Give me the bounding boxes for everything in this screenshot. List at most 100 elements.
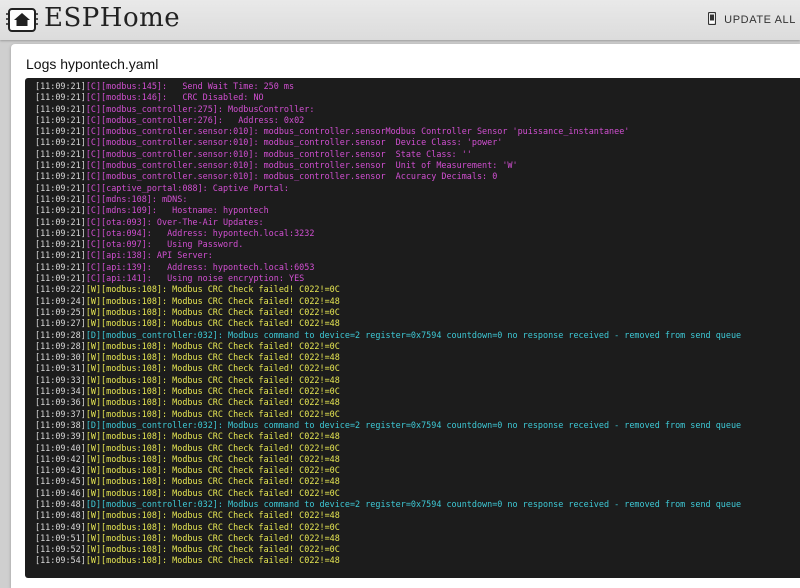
log-line: [11:09:52][W][modbus:108]: Modbus CRC Ch… [35, 544, 800, 555]
log-line: [11:09:21][C][api:139]: Address: hyponte… [35, 262, 800, 273]
log-message: [W][modbus:108]: Modbus CRC Check failed… [85, 374, 340, 385]
log-line: [11:09:28][D][modbus_controller:032]: Mo… [35, 330, 800, 341]
log-timestamp: [11:09:37] [35, 408, 86, 419]
log-line: [11:09:21][C][modbus_controller.sensor:0… [35, 160, 800, 171]
log-timestamp: [11:09:21] [35, 137, 86, 148]
log-line: [11:09:30][W][modbus:108]: Modbus CRC Ch… [35, 352, 800, 363]
log-timestamp: [11:09:21] [35, 250, 86, 261]
log-line: [11:09:21][C][ota:094]: Address: hyponte… [35, 228, 800, 239]
log-message: [W][modbus:108]: Modbus CRC Check failed… [85, 453, 340, 464]
log-timestamp: [11:09:34] [35, 386, 86, 397]
log-message: [C][captive_portal:088]: Captive Portal: [85, 182, 290, 193]
log-line: [11:09:21][C][modbus_controller.sensor:0… [35, 149, 800, 160]
log-timestamp: [11:09:21] [35, 261, 86, 272]
log-line: [11:09:28][W][modbus:108]: Modbus CRC Ch… [35, 341, 800, 352]
log-line: [11:09:51][W][modbus:108]: Modbus CRC Ch… [35, 533, 800, 544]
log-line: [11:09:34][W][modbus:108]: Modbus CRC Ch… [35, 386, 800, 397]
log-message: [C][modbus_controller:276]: Address: 0x0… [85, 114, 305, 125]
esphome-logo-icon [6, 7, 38, 33]
log-line: [11:09:21][C][modbus_controller:276]: Ad… [35, 115, 800, 126]
log-line: [11:09:46][W][modbus:108]: Modbus CRC Ch… [35, 488, 800, 499]
log-timestamp: [11:09:21] [35, 148, 86, 159]
log-line: [11:09:21][C][api:138]: API Server: [35, 250, 800, 261]
log-message: [W][modbus:108]: Modbus CRC Check failed… [85, 431, 340, 442]
log-line: [11:09:21][C][mdns:108]: mDNS: [35, 194, 800, 205]
log-timestamp: [11:09:36] [35, 397, 86, 408]
log-line: [11:09:21][C][modbus_controller.sensor:0… [35, 126, 800, 137]
log-message: [C][modbus:146]: CRC Disabled: NO [85, 92, 264, 103]
log-timestamp: [11:09:25] [35, 306, 86, 317]
log-line: [11:09:25][W][modbus:108]: Modbus CRC Ch… [35, 307, 800, 318]
log-message: [W][modbus:108]: Modbus CRC Check failed… [85, 363, 340, 374]
log-line: [11:09:27][W][modbus:108]: Modbus CRC Ch… [35, 318, 800, 329]
log-timestamp: [11:09:21] [35, 205, 86, 216]
log-message: [W][modbus:108]: Modbus CRC Check failed… [85, 532, 340, 543]
log-line: [11:09:36][W][modbus:108]: Modbus CRC Ch… [35, 397, 800, 408]
log-line: [11:09:54][W][modbus:108]: Modbus CRC Ch… [35, 555, 800, 566]
log-message: [W][modbus:108]: Modbus CRC Check failed… [85, 476, 340, 487]
log-timestamp: [11:09:48] [35, 498, 86, 509]
log-message: [W][modbus:108]: Modbus CRC Check failed… [85, 284, 340, 295]
log-timestamp: [11:09:21] [35, 171, 86, 182]
log-timestamp: [11:09:49] [35, 521, 86, 532]
log-line: [11:09:45][W][modbus:108]: Modbus CRC Ch… [35, 476, 800, 487]
log-line: [11:09:48][W][modbus:108]: Modbus CRC Ch… [35, 510, 800, 521]
log-timestamp: [11:09:52] [35, 544, 86, 555]
log-timestamp: [11:09:21] [35, 126, 86, 137]
log-line: [11:09:43][W][modbus:108]: Modbus CRC Ch… [35, 465, 800, 476]
log-line: [11:09:21][C][api:141]: Using noise encr… [35, 273, 800, 284]
update-all-label: UPDATE ALL [724, 14, 796, 26]
log-line: [11:09:21][C][modbus_controller.sensor:0… [35, 137, 800, 148]
log-timestamp: [11:09:40] [35, 442, 86, 453]
log-line: [11:09:21][C][modbus_controller.sensor:0… [35, 171, 800, 182]
log-line: [11:09:37][W][modbus:108]: Modbus CRC Ch… [35, 409, 800, 420]
log-message: [C][api:141]: Using noise encryption: YE… [85, 273, 305, 284]
log-line: [11:09:31][W][modbus:108]: Modbus CRC Ch… [35, 363, 800, 374]
log-message: [D][modbus_controller:032]: Modbus comma… [85, 329, 742, 340]
log-message: [W][modbus:108]: Modbus CRC Check failed… [85, 465, 340, 476]
log-line: [11:09:49][W][modbus:108]: Modbus CRC Ch… [35, 522, 800, 533]
log-timestamp: [11:09:21] [35, 114, 86, 125]
log-message: [D][modbus_controller:032]: Modbus comma… [85, 498, 742, 509]
log-message: [W][modbus:108]: Modbus CRC Check failed… [85, 510, 340, 521]
log-timestamp: [11:09:39] [35, 431, 86, 442]
log-lines: [11:09:21][C][modbus:145]: Send Wait Tim… [25, 78, 800, 567]
log-message: [W][modbus:108]: Modbus CRC Check failed… [85, 295, 340, 306]
log-message: [C][mdns:109]: Hostname: hypontech [85, 205, 269, 216]
log-timestamp: [11:09:24] [35, 295, 86, 306]
log-message: [C][modbus_controller.sensor:010]: modbu… [85, 126, 630, 137]
log-timestamp: [11:09:22] [35, 284, 86, 295]
log-line: [11:09:21][C][modbus_controller:275]: Mo… [35, 104, 800, 115]
log-timestamp: [11:09:21] [35, 216, 86, 227]
log-message: [D][modbus_controller:032]: Modbus comma… [85, 419, 742, 430]
update-all-button[interactable]: UPDATE ALL [708, 11, 796, 28]
log-line: [11:09:21][C][ota:093]: Over-The-Air Upd… [35, 217, 800, 228]
log-output-panel[interactable]: [11:09:21][C][modbus:145]: Send Wait Tim… [25, 78, 800, 578]
log-timestamp: [11:09:21] [35, 227, 86, 238]
log-timestamp: [11:09:33] [35, 374, 86, 385]
log-timestamp: [11:09:54] [35, 555, 86, 566]
log-message: [C][mdns:108]: mDNS: [85, 193, 188, 204]
log-message: [C][ota:094]: Address: hypontech.local:3… [85, 227, 315, 238]
log-timestamp: [11:09:21] [35, 182, 86, 193]
log-message: [W][modbus:108]: Modbus CRC Check failed… [85, 544, 340, 555]
log-line: [11:09:21][C][captive_portal:088]: Capti… [35, 183, 800, 194]
log-timestamp: [11:09:42] [35, 453, 86, 464]
log-timestamp: [11:09:43] [35, 465, 86, 476]
log-timestamp: [11:09:51] [35, 532, 86, 543]
log-timestamp: [11:09:28] [35, 340, 86, 351]
log-message: [C][modbus_controller.sensor:010]: modbu… [85, 160, 518, 171]
log-message: [W][modbus:108]: Modbus CRC Check failed… [85, 555, 340, 566]
log-line: [11:09:22][W][modbus:108]: Modbus CRC Ch… [35, 284, 800, 295]
log-message: [W][modbus:108]: Modbus CRC Check failed… [85, 352, 340, 363]
log-timestamp: [11:09:21] [35, 103, 86, 114]
log-line: [11:09:42][W][modbus:108]: Modbus CRC Ch… [35, 454, 800, 465]
log-message: [C][modbus_controller.sensor:010]: modbu… [85, 137, 503, 148]
log-timestamp: [11:09:45] [35, 476, 86, 487]
log-timestamp: [11:09:28] [35, 329, 86, 340]
log-timestamp: [11:09:38] [35, 419, 86, 430]
log-message: [W][modbus:108]: Modbus CRC Check failed… [85, 386, 340, 397]
log-message: [C][modbus_controller.sensor:010]: modbu… [85, 171, 498, 182]
log-message: [C][api:138]: API Server: [85, 250, 213, 261]
log-message: [C][ota:093]: Over-The-Air Updates: [85, 216, 264, 227]
